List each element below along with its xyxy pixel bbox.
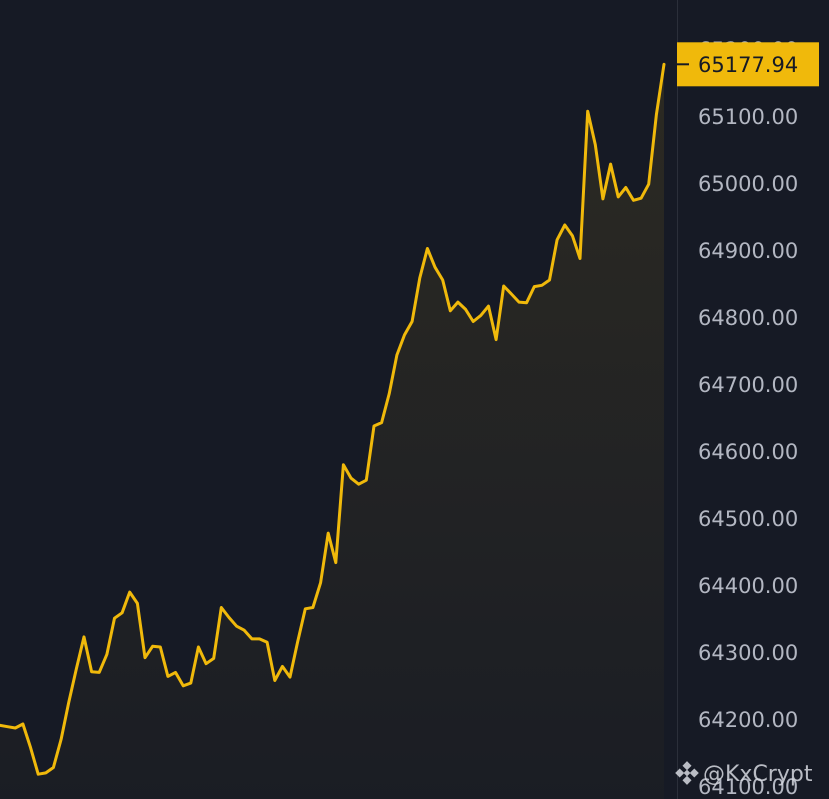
y-tick-label: 64300.00	[698, 641, 798, 665]
y-tick-label: 64500.00	[698, 507, 798, 531]
y-tick-label: 65100.00	[698, 105, 798, 129]
last-price-badge: 65177.94	[677, 42, 819, 87]
y-tick-label: 64900.00	[698, 239, 798, 263]
y-tick-label: 64400.00	[698, 574, 798, 598]
y-tick-label: 64700.00	[698, 373, 798, 397]
price-chart: 65200.0065100.0065000.0064900.0064800.00…	[0, 0, 829, 799]
y-tick-label: 65000.00	[698, 172, 798, 196]
y-tick-label: 64600.00	[698, 440, 798, 464]
y-tick-label: 64200.00	[698, 708, 798, 732]
last-price-label: 65177.94	[698, 53, 798, 77]
watermark-text: @KxCrypt	[703, 762, 813, 787]
y-tick-label: 64800.00	[698, 306, 798, 330]
